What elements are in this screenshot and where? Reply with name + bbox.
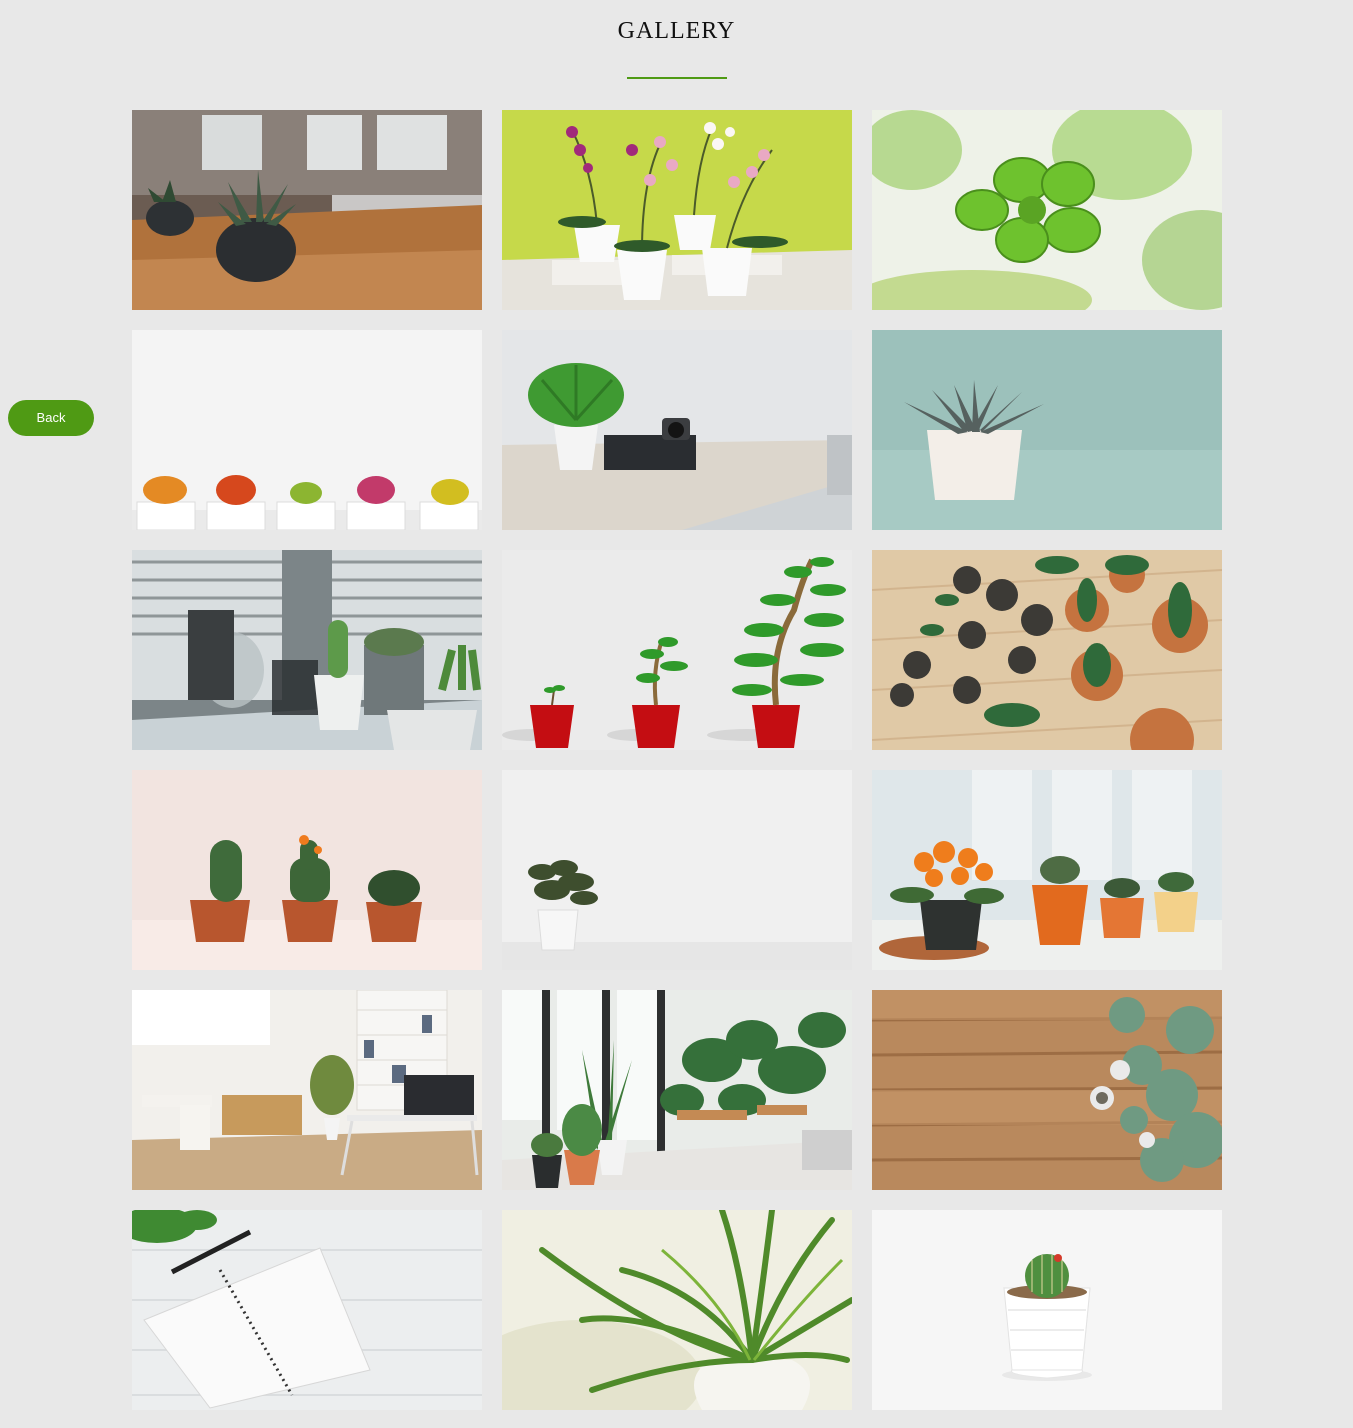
gallery-grid [132, 110, 1222, 1410]
gallery-photo-green-leaf-macro[interactable] [872, 110, 1222, 310]
gallery-photo-growing-sapling-three-red-pots[interactable] [502, 550, 852, 750]
gallery-photo-notebook-pen-white-wood[interactable] [132, 1210, 482, 1410]
gallery-photo-three-cacti-terracotta-pink[interactable] [132, 770, 482, 970]
gallery-photo-five-flowering-cacti-row[interactable] [132, 330, 482, 530]
gallery-photo-flowering-plants-windowsill[interactable] [872, 770, 1222, 970]
gallery-photo-fern-desk-camera-laptop[interactable] [502, 330, 852, 530]
gallery-photo-cacti-terrariums-window-blinds[interactable] [132, 550, 482, 750]
gallery-photo-spider-plant-white-vase[interactable] [502, 1210, 852, 1410]
gallery-photo-orchids-white-pots-lime-wall[interactable] [502, 110, 852, 310]
page-title: GALLERY [617, 18, 736, 44]
back-button[interactable]: Back [8, 400, 94, 436]
gallery-photo-succulent-dark-pot-on-wood-table[interactable] [132, 110, 482, 310]
gallery-photo-aloe-white-pot-teal[interactable] [872, 330, 1222, 530]
gallery-photo-cactus-white-pot[interactable] [872, 1210, 1222, 1410]
gallery-photo-indoor-jungle-room[interactable] [502, 990, 852, 1190]
gallery-photo-white-home-office-shelves[interactable] [132, 990, 482, 1190]
title-underline [627, 77, 727, 79]
gallery-photo-succulents-wood-planks[interactable] [872, 990, 1222, 1190]
gallery-photo-potted-plants-top-view-floor[interactable] [872, 550, 1222, 750]
gallery-photo-small-plant-white-room[interactable] [502, 770, 852, 970]
